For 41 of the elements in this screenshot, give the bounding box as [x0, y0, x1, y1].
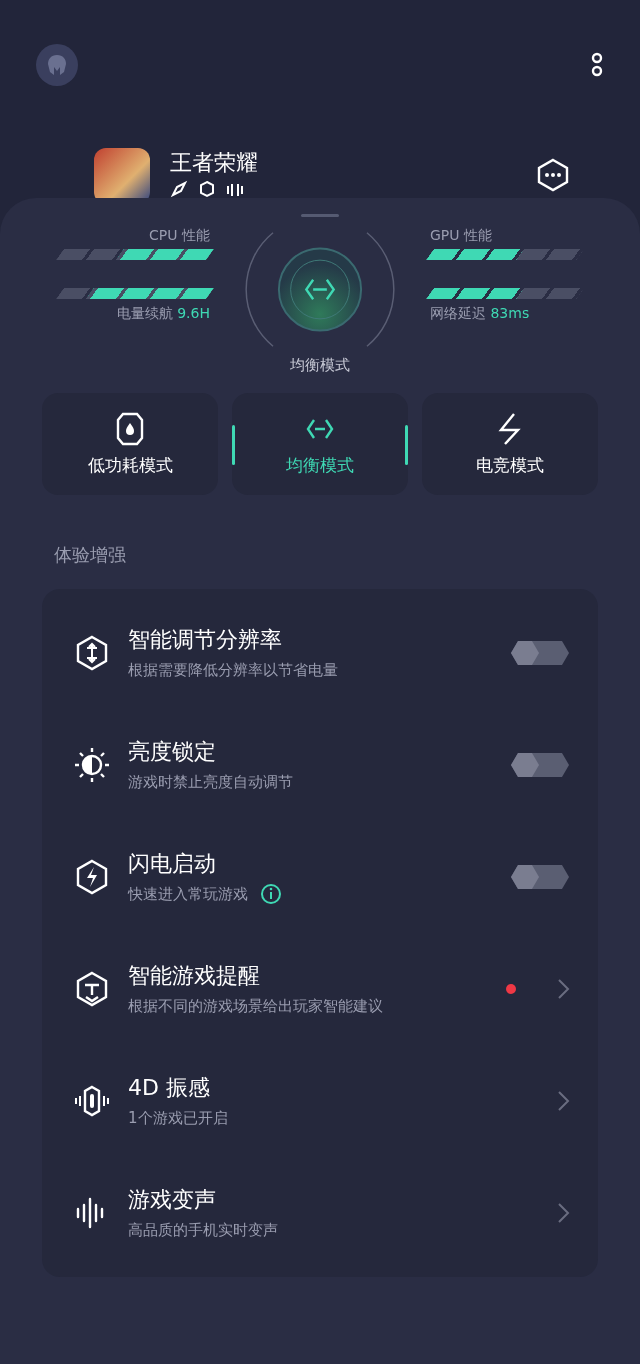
- setting-description: 根据需要降低分辨率以节省电量: [128, 660, 338, 681]
- gpu-label: GPU 性能: [430, 226, 492, 245]
- latency-reading: 网络延迟 83ms: [430, 304, 530, 323]
- vibration-icon: [74, 1083, 110, 1119]
- setting-title: 闪电启动: [128, 850, 217, 878]
- game-title: 王者荣耀: [170, 149, 259, 177]
- chevron-right-icon[interactable]: [556, 1089, 570, 1113]
- toggle-switch[interactable]: [510, 751, 570, 779]
- toggle-switch[interactable]: [510, 639, 570, 667]
- setting-description: 根据不同的游戏场景给出玩家智能建议: [128, 996, 383, 1017]
- lightning-icon: [74, 859, 110, 895]
- section-title: 体验增强: [53, 543, 127, 567]
- more-icon[interactable]: [590, 51, 604, 79]
- setting-title: 智能调节分辨率: [128, 626, 283, 654]
- setting-title: 亮度锁定: [128, 738, 217, 766]
- shield-icon: [198, 180, 216, 198]
- chevron-right-icon[interactable]: [556, 977, 570, 1001]
- helmet-logo[interactable]: [36, 44, 78, 86]
- setting-description: 高品质的手机实时变声: [128, 1220, 278, 1241]
- setting-description: 游戏时禁止亮度自动调节: [128, 772, 293, 793]
- toggle-switch[interactable]: [510, 863, 570, 891]
- chevron-right-icon[interactable]: [556, 1201, 570, 1225]
- setting-title: 智能游戏提醒: [128, 962, 261, 990]
- drag-handle[interactable]: [301, 214, 339, 217]
- helmet-icon: [45, 53, 69, 77]
- mode-tab[interactable]: 电竞模式: [422, 393, 598, 495]
- mode-tab[interactable]: 低功耗模式: [42, 393, 218, 495]
- setting-title: 游戏变声: [128, 1186, 217, 1214]
- battery-reading: 电量续航 9.6H: [116, 304, 210, 323]
- brightness-icon: [74, 747, 110, 783]
- mode-tab[interactable]: 均衡模式: [232, 393, 408, 495]
- setting-title: 4D 振感: [128, 1074, 211, 1102]
- drop-icon: [115, 411, 145, 446]
- cpu-label: CPU 性能: [149, 226, 210, 245]
- resize-icon: [74, 635, 110, 671]
- current-mode-label: 均衡模式: [290, 356, 350, 375]
- hint-icon: [74, 971, 110, 1007]
- more-options-icon[interactable]: [536, 158, 570, 192]
- setting-description: 1个游戏已开启: [128, 1108, 228, 1129]
- info-icon[interactable]: [260, 883, 282, 905]
- setting-description: 快速进入常玩游戏: [128, 884, 248, 905]
